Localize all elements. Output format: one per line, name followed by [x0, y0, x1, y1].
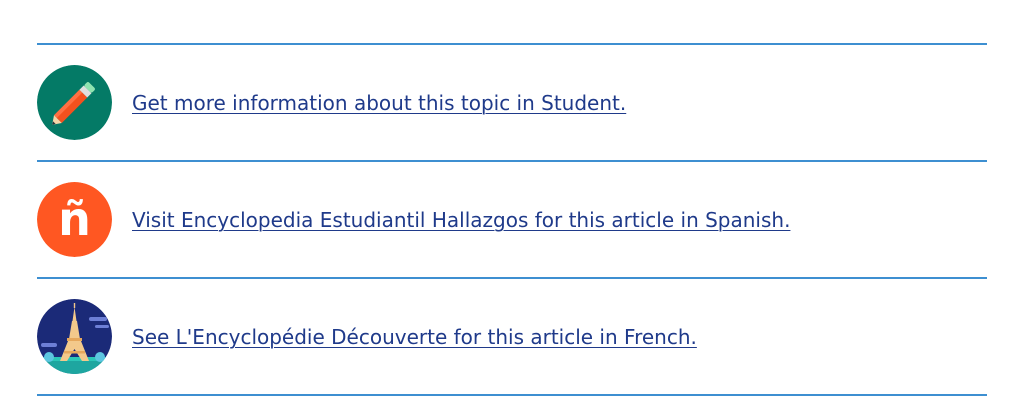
eiffel-tower-icon: [37, 299, 112, 374]
enye-glyph: ñ: [58, 192, 91, 246]
french-link[interactable]: See L'Encyclopédie Découverte for this a…: [132, 325, 697, 349]
enye-icon: ñ: [37, 182, 112, 257]
resource-row-spanish: ñ Visit Encyclopedia Estudiantil Hallazg…: [37, 162, 987, 277]
spanish-link[interactable]: Visit Encyclopedia Estudiantil Hallazgos…: [132, 208, 790, 232]
pencil-icon: [37, 65, 112, 140]
divider: [37, 394, 987, 396]
resource-row-student: Get more information about this topic in…: [37, 45, 987, 160]
resource-link-list: Get more information about this topic in…: [37, 43, 987, 396]
resource-row-french: See L'Encyclopédie Découverte for this a…: [37, 279, 987, 394]
student-link[interactable]: Get more information about this topic in…: [132, 91, 626, 115]
